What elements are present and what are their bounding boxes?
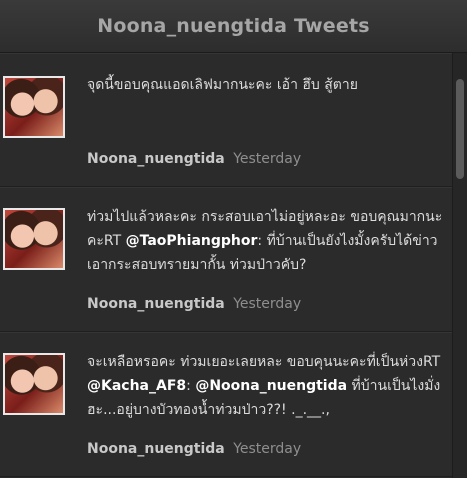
tweet-text-body: จะเหลือหรอคะ ท่วมเยอะเลยหละ ขอบคุนนะคะที… (87, 354, 441, 370)
tweet-author[interactable]: Noona_nuengtida (87, 296, 225, 312)
widget-title[interactable]: Noona_nuengtida Tweets (97, 15, 370, 37)
tweet-timestamp[interactable]: Yesterday (233, 441, 301, 457)
tweet-author[interactable]: Noona_nuengtida (87, 441, 225, 457)
tweet-item: จุดนี้ขอบคุณแอดเลิฟมากนะคะ เอ้า ฮึบ สู้ต… (0, 53, 453, 187)
tweet-text-body: : (186, 378, 196, 394)
mention-link[interactable]: @Noona_nuengtida (195, 378, 347, 394)
avatar[interactable] (3, 208, 65, 270)
twitter-widget: Noona_nuengtida Tweets จุดนี้ขอบคุณแอดเล… (0, 0, 467, 478)
scrollbar[interactable] (452, 53, 467, 478)
tweet-meta: Noona_nuengtida Yesterday (87, 441, 301, 457)
tweet-text-body: จุดนี้ขอบคุณแอดเลิฟมากนะคะ เอ้า ฮึบ สู้ต… (87, 77, 358, 93)
widget-header: Noona_nuengtida Tweets (0, 0, 467, 53)
tweet-item: ท่วมไปแล้วหละคะ กระสอบเอาไม่อยู่หละอะ ขอ… (0, 187, 453, 332)
tweet-text: ท่วมไปแล้วหละคะ กระสอบเอาไม่อยู่หละอะ ขอ… (87, 205, 445, 277)
mention-link[interactable]: @Kacha_AF8 (87, 378, 186, 394)
tweet-author[interactable]: Noona_nuengtida (87, 151, 225, 167)
avatar[interactable] (3, 76, 65, 138)
tweet-text: จะเหลือหรอคะ ท่วมเยอะเลยหละ ขอบคุนนะคะที… (87, 350, 445, 422)
tweet-item: จะเหลือหรอคะ ท่วมเยอะเลยหละ ขอบคุนนะคะที… (0, 332, 453, 477)
tweet-text: จุดนี้ขอบคุณแอดเลิฟมากนะคะ เอ้า ฮึบ สู้ต… (87, 73, 445, 97)
tweet-feed: จุดนี้ขอบคุณแอดเลิฟมากนะคะ เอ้า ฮึบ สู้ต… (0, 53, 453, 478)
tweet-meta: Noona_nuengtida Yesterday (87, 151, 301, 167)
mention-link[interactable]: @TaoPhiangphor (126, 233, 258, 249)
tweet-meta: Noona_nuengtida Yesterday (87, 296, 301, 312)
avatar[interactable] (3, 353, 65, 415)
tweet-timestamp[interactable]: Yesterday (233, 296, 301, 312)
scrollbar-thumb[interactable] (456, 79, 464, 179)
tweet-timestamp[interactable]: Yesterday (233, 151, 301, 167)
